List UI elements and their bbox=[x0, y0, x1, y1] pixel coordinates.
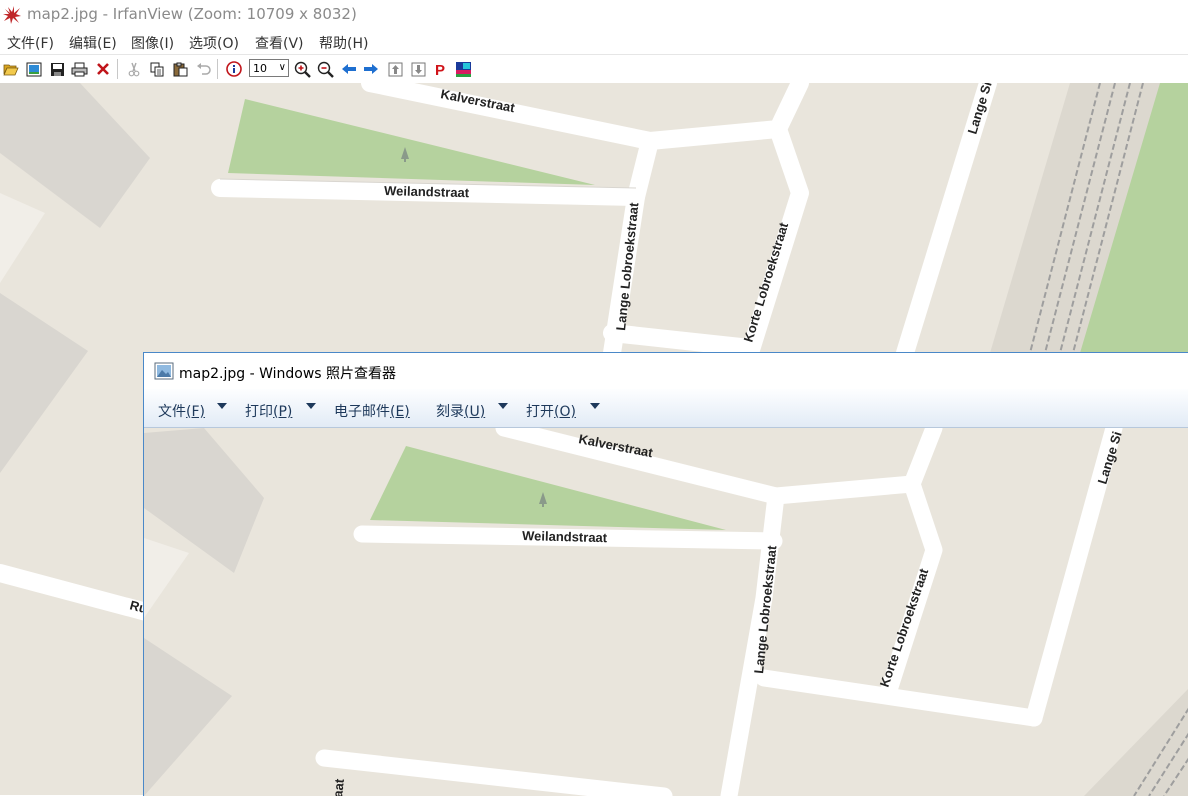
burn-dropdown-icon[interactable] bbox=[498, 403, 508, 409]
open-dropdown-icon[interactable] bbox=[590, 403, 600, 409]
photo-viewer-window: map2.jpg - Windows 照片查看器 文件(F) 打印(P) 电子邮… bbox=[143, 352, 1188, 796]
cmd-open[interactable]: 打开(O) bbox=[526, 401, 576, 421]
cmd-email-label: 电子邮件 bbox=[334, 404, 390, 420]
thumbnails-icon[interactable] bbox=[25, 60, 43, 78]
previous-icon[interactable] bbox=[340, 60, 358, 78]
cmd-print[interactable]: 打印(P) bbox=[245, 401, 292, 421]
cmd-open-key: (O) bbox=[554, 404, 576, 420]
menu-options[interactable]: 选项(O) bbox=[189, 33, 239, 53]
photo-viewer-command-bar: 文件(F) 打印(P) 电子邮件(E) 刻录(U) 打开(O) bbox=[144, 389, 1188, 428]
pv-map-label-aat: aat bbox=[330, 777, 347, 796]
last-icon[interactable] bbox=[409, 60, 427, 78]
menu-edit[interactable]: 编辑(E) bbox=[69, 33, 117, 53]
pv-map-label-weilandstraat: Weilandstraat bbox=[522, 528, 608, 545]
photo-viewer-title-bar: map2.jpg - Windows 照片查看器 bbox=[144, 353, 1188, 389]
cmd-file-key: (F) bbox=[186, 404, 205, 420]
copy-icon[interactable] bbox=[148, 60, 166, 78]
cmd-file[interactable]: 文件(F) bbox=[158, 401, 205, 421]
window-title: map2.jpg - IrfanView (Zoom: 10709 x 8032… bbox=[27, 5, 357, 23]
photo-viewer-image-viewport[interactable]: Kalverstraat Weilandstraat Lange Lobroek… bbox=[144, 428, 1188, 796]
svg-text:P: P bbox=[435, 62, 445, 77]
zoom-out-icon[interactable] bbox=[316, 60, 334, 78]
info-icon[interactable] bbox=[225, 60, 243, 78]
toolbar-separator bbox=[217, 59, 218, 79]
print-dropdown-icon[interactable] bbox=[306, 403, 316, 409]
menu-image[interactable]: 图像(I) bbox=[131, 33, 174, 53]
cmd-print-key: (P) bbox=[273, 404, 293, 420]
first-icon[interactable] bbox=[386, 60, 404, 78]
next-icon[interactable] bbox=[362, 60, 380, 78]
pdf-icon[interactable]: P bbox=[432, 60, 450, 78]
cmd-burn-key: (U) bbox=[464, 404, 486, 420]
map-label-weilandstraat: Weilandstraat bbox=[384, 183, 470, 200]
menu-view[interactable]: 查看(V) bbox=[255, 33, 304, 53]
cmd-open-label: 打开 bbox=[526, 404, 554, 420]
open-icon[interactable] bbox=[2, 60, 20, 78]
photo-viewer-app-icon bbox=[154, 362, 174, 380]
menu-help[interactable]: 帮助(H) bbox=[319, 33, 368, 53]
cmd-file-label: 文件 bbox=[158, 404, 186, 420]
undo-icon[interactable] bbox=[194, 60, 212, 78]
toolbar-separator bbox=[117, 59, 118, 79]
cmd-burn[interactable]: 刻录(U) bbox=[436, 401, 485, 421]
toolbar: 10 ∨ P bbox=[0, 54, 1188, 84]
photo-viewer-map-image: Kalverstraat Weilandstraat Lange Lobroek… bbox=[144, 428, 1188, 796]
irfanview-title-bar: map2.jpg - IrfanView (Zoom: 10709 x 8032… bbox=[0, 0, 1188, 30]
slideshow-icon[interactable] bbox=[454, 60, 472, 78]
chevron-down-icon: ∨ bbox=[278, 62, 286, 73]
cut-icon[interactable] bbox=[125, 60, 143, 78]
zoom-combo[interactable]: 10 ∨ bbox=[249, 59, 289, 77]
photo-viewer-title: map2.jpg - Windows 照片查看器 bbox=[179, 366, 397, 382]
print-icon[interactable] bbox=[70, 60, 88, 78]
zoom-value: 10 bbox=[253, 62, 267, 75]
menu-file[interactable]: 文件(F) bbox=[7, 33, 54, 53]
cmd-print-label: 打印 bbox=[245, 404, 273, 420]
file-dropdown-icon[interactable] bbox=[217, 403, 227, 409]
paste-icon[interactable] bbox=[171, 60, 189, 78]
cmd-email-key: (E) bbox=[390, 404, 410, 420]
zoom-in-icon[interactable] bbox=[293, 60, 311, 78]
save-icon[interactable] bbox=[48, 60, 66, 78]
irfanview-app-icon bbox=[3, 6, 21, 24]
menu-bar: 文件(F) 编辑(E) 图像(I) 选项(O) 查看(V) 帮助(H) bbox=[0, 30, 1188, 54]
cmd-email[interactable]: 电子邮件(E) bbox=[334, 401, 410, 421]
delete-icon[interactable] bbox=[94, 60, 112, 78]
cmd-burn-label: 刻录 bbox=[436, 404, 464, 420]
